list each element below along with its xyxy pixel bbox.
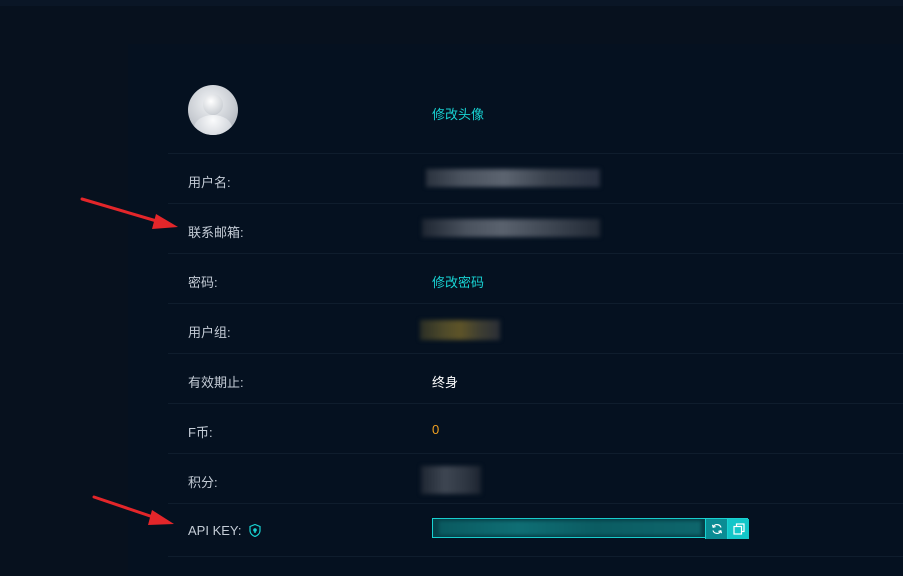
arrow-apikey [92, 495, 174, 525]
annotation-arrows [80, 197, 178, 525]
arrow-email [80, 197, 178, 229]
